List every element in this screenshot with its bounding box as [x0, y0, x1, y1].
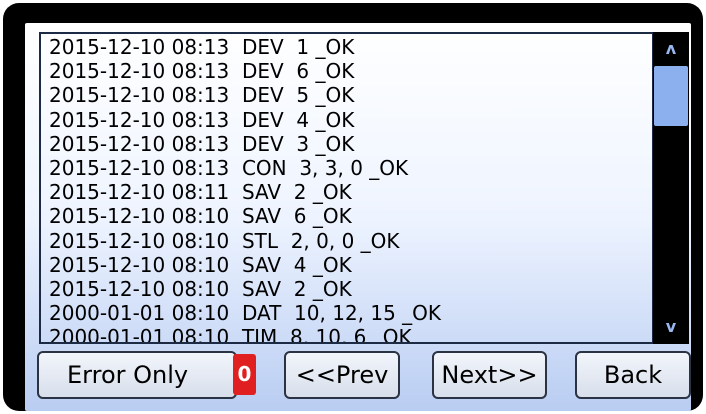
- scroll-track[interactable]: [653, 66, 689, 310]
- log-entry[interactable]: 2015-12-10 08:13 DEV 6 _OK: [49, 59, 652, 83]
- log-entry[interactable]: 2015-12-10 08:10 SAV 4 _OK: [49, 253, 652, 277]
- log-entry[interactable]: 2015-12-10 08:10 STL 2, 0, 0 _OK: [49, 229, 652, 253]
- scroll-down-icon[interactable]: v: [653, 310, 689, 344]
- log-entries: 2015-12-10 08:13 DEV 1 _OK 2015-12-10 08…: [49, 35, 652, 342]
- log-entry[interactable]: 2015-12-10 08:13 DEV 1 _OK: [49, 35, 652, 59]
- log-entry[interactable]: 2015-12-10 08:11 SAV 2 _OK: [49, 180, 652, 204]
- scroll-up-icon[interactable]: ʌ: [653, 32, 689, 66]
- error-count-badge: 0: [233, 354, 256, 395]
- device-bezel: 2015-12-10 08:13 DEV 1 _OK 2015-12-10 08…: [3, 3, 703, 411]
- event-log-list[interactable]: 2015-12-10 08:13 DEV 1 _OK 2015-12-10 08…: [39, 32, 654, 344]
- log-entry[interactable]: 2015-12-10 08:13 DEV 4 _OK: [49, 108, 652, 132]
- log-scrollbar[interactable]: ʌ v: [653, 32, 689, 344]
- log-entry[interactable]: 2015-12-10 08:13 DEV 3 _OK: [49, 132, 652, 156]
- back-button[interactable]: Back: [575, 351, 691, 399]
- prev-button[interactable]: <<Prev: [284, 351, 400, 399]
- error-only-button[interactable]: Error Only: [37, 351, 237, 399]
- log-entry[interactable]: 2015-12-10 08:13 DEV 5 _OK: [49, 83, 652, 107]
- screen: 2015-12-10 08:13 DEV 1 _OK 2015-12-10 08…: [25, 23, 691, 411]
- log-entry[interactable]: 2015-12-10 08:13 CON 3, 3, 0 _OK: [49, 156, 652, 180]
- log-entry[interactable]: 2000-01-01 08:10 TIM 8, 10, 6 _OK: [49, 325, 652, 342]
- next-button[interactable]: Next>>: [432, 351, 547, 399]
- log-entry[interactable]: 2015-12-10 08:10 SAV 6 _OK: [49, 204, 652, 228]
- log-entry[interactable]: 2015-12-10 08:10 SAV 2 _OK: [49, 277, 652, 301]
- log-entry[interactable]: 2000-01-01 08:10 DAT 10, 12, 15 _OK: [49, 301, 652, 325]
- scroll-thumb[interactable]: [654, 66, 688, 126]
